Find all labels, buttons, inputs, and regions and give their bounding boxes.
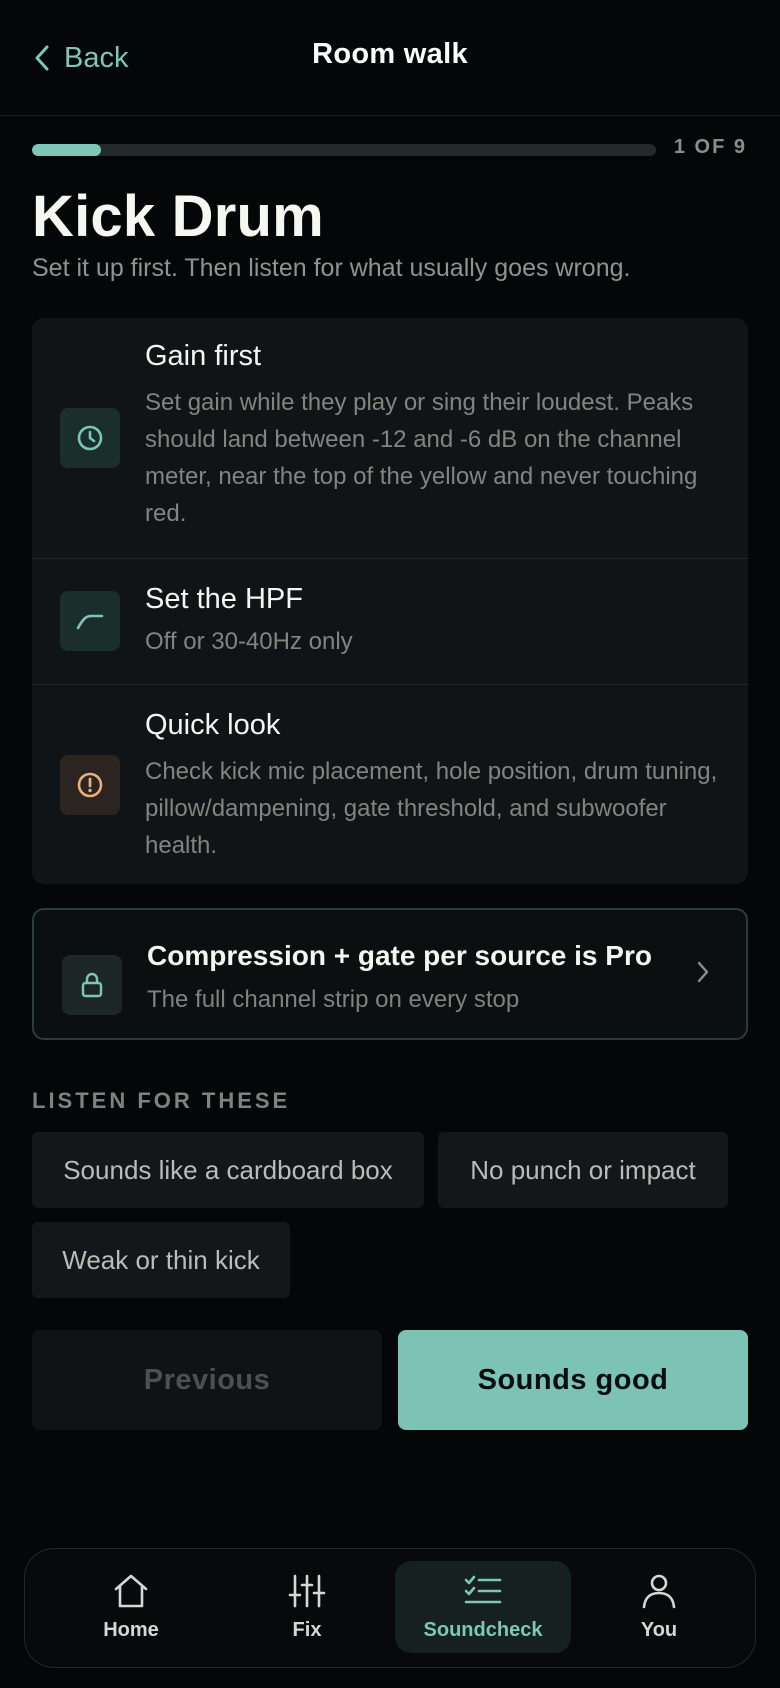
previous-button[interactable]: Previous — [32, 1330, 382, 1430]
page-subtitle: Set it up first. Then listen for what us… — [32, 254, 631, 282]
nav-item-soundcheck[interactable]: Soundcheck — [395, 1561, 571, 1653]
nav-item-fix[interactable]: Fix — [219, 1561, 395, 1653]
screen-title: Room walk — [312, 38, 468, 70]
alert-icon — [60, 755, 120, 815]
sounds-good-button[interactable]: Sounds good — [398, 1330, 748, 1430]
pro-banner-subtitle: The full channel strip on every stop — [147, 986, 520, 1013]
pro-upgrade-banner[interactable]: Compression + gate per source is Pro The… — [32, 908, 748, 1040]
pro-banner-title: Compression + gate per source is Pro — [147, 940, 652, 971]
step-title: Set the HPF — [145, 583, 303, 615]
page-title: Kick Drum — [32, 184, 324, 249]
home-icon — [114, 1574, 148, 1608]
lock-icon — [62, 955, 122, 1015]
listen-section-label: LISTEN FOR THESE — [32, 1088, 291, 1113]
nav-item-you[interactable]: You — [571, 1561, 747, 1653]
symptom-chip[interactable]: Weak or thin kick — [32, 1222, 290, 1298]
step-set-hpf: Set the HPF Off or 30-40Hz only — [32, 558, 748, 684]
nav-label: Fix — [292, 1619, 322, 1641]
nav-label: Home — [103, 1619, 159, 1641]
step-title: Gain first — [145, 340, 262, 372]
step-title: Quick look — [145, 709, 281, 741]
step-description: Check kick mic placement, hole position,… — [145, 758, 718, 859]
progress-counter: 1 OF 9 — [673, 136, 747, 158]
user-icon — [642, 1574, 676, 1609]
nav-item-home[interactable]: Home — [43, 1561, 219, 1653]
step-gain-first: Gain first Set gain while they play or s… — [32, 318, 748, 558]
room-walk-screen: Back Room walk 1 OF 9 Kick Drum Set it u… — [0, 0, 780, 1688]
bottom-nav: Home Fix Soundcheck You — [24, 1548, 756, 1668]
setup-steps-card: Gain first Set gain while they play or s… — [32, 318, 748, 884]
top-bar: Back Room walk — [0, 0, 780, 116]
clock-icon — [60, 408, 120, 468]
step-description: Off or 30-40Hz only — [145, 628, 353, 655]
progress-bar — [32, 144, 656, 156]
symptom-chip[interactable]: No punch or impact — [438, 1132, 728, 1208]
hpf-curve-icon — [60, 591, 120, 651]
nav-label: You — [640, 1619, 678, 1641]
chevron-right-icon — [697, 961, 709, 983]
step-description: Set gain while they play or sing their l… — [145, 389, 698, 527]
symptom-chip[interactable]: Sounds like a cardboard box — [32, 1132, 424, 1208]
progress-fill — [32, 144, 102, 156]
checklist-icon — [464, 1575, 502, 1604]
step-quick-look: Quick look Check kick mic placement, hol… — [32, 684, 748, 884]
sliders-icon — [288, 1574, 326, 1608]
nav-label: Soundcheck — [423, 1619, 543, 1641]
